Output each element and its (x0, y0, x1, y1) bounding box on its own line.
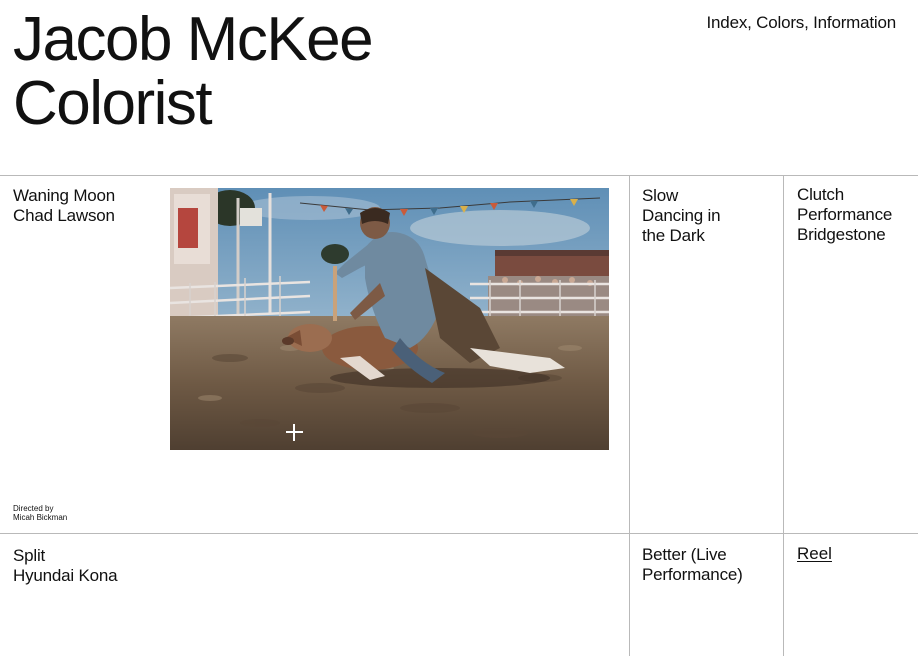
title-role: Colorist (13, 69, 213, 138)
credit-label: Directed by (13, 504, 54, 513)
project-title-line: Clutch (797, 185, 844, 204)
project-title-line: Dancing in (642, 206, 721, 225)
project-title-line: Performance (797, 205, 893, 224)
project-title-line: the Dark (642, 226, 705, 245)
project-waning-moon[interactable]: Waning Moon Chad Lawson (13, 186, 115, 226)
project-title-line: Performance) (642, 565, 743, 584)
grid-divider-col-1 (629, 175, 630, 656)
credit-name: Micah Bickman (13, 513, 68, 522)
nav-colors-link[interactable]: Colors (756, 13, 804, 32)
project-title: Waning Moon (13, 186, 116, 205)
grid-divider-middle (0, 533, 918, 534)
project-title-line: Bridgestone (797, 225, 886, 244)
project-title: Split (13, 546, 46, 565)
crosshair-icon (286, 424, 303, 441)
director-credit: Directed by Micah Bickman (13, 504, 67, 522)
project-title-line: Slow (642, 186, 679, 205)
site-title: Jacob McKee Colorist (13, 5, 374, 138)
project-title-line: Better (Live (642, 545, 727, 564)
reel-link[interactable]: Reel (797, 544, 832, 564)
project-clutch-performance[interactable]: Clutch Performance Bridgestone (797, 185, 892, 245)
grid-divider-top (0, 175, 918, 176)
nav-index-link[interactable]: Index (707, 13, 748, 32)
project-client: Hyundai Kona (13, 566, 118, 585)
project-preview-video[interactable] (170, 188, 609, 450)
grid-divider-col-2 (783, 175, 784, 656)
project-better-live-performance[interactable]: Better (Live Performance) (642, 545, 743, 585)
project-split[interactable]: Split Hyundai Kona (13, 546, 118, 586)
project-slow-dancing-in-the-dark[interactable]: Slow Dancing in the Dark (642, 186, 721, 246)
nav-information-link[interactable]: Information (813, 13, 896, 32)
top-nav: Index, Colors, Information (706, 13, 897, 32)
title-name: Jacob McKee (13, 5, 374, 74)
project-client: Chad Lawson (13, 206, 115, 225)
rodeo-preview-image (170, 188, 609, 450)
